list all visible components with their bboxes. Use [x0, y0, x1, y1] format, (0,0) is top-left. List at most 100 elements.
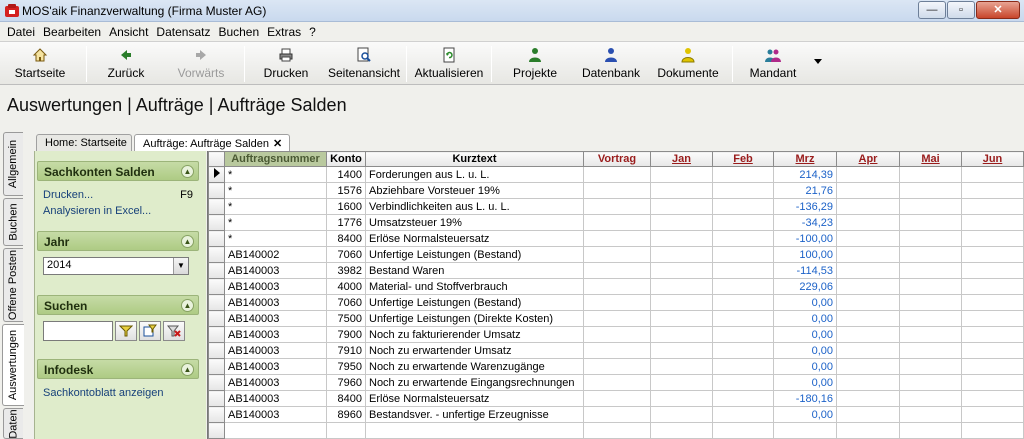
panel-header-suchen[interactable]: Suchen ▲: [37, 295, 199, 315]
menu-help[interactable]: ?: [309, 25, 316, 39]
drucken-link[interactable]: Drucken... F9: [37, 187, 199, 203]
table-row[interactable]: AB140003 8400 Erlöse Normalsteuersatz -180,…: [208, 390, 1024, 407]
row-header[interactable]: [208, 230, 225, 247]
table-row[interactable]: AB140003 3982 Bestand Waren -114,53: [208, 262, 1024, 279]
table-row[interactable]: [208, 422, 1024, 439]
row-header[interactable]: [208, 326, 225, 343]
cell-kurztext: Erlöse Normalsteuersatz: [365, 230, 584, 247]
table-row[interactable]: AB140003 7950 Noch zu erwartende Warenzugä…: [208, 358, 1024, 375]
table-row[interactable]: AB140003 7500 Unfertige Leistungen (Direkt…: [208, 310, 1024, 327]
menu-buchen[interactable]: Buchen: [218, 25, 259, 39]
printer-icon: [279, 48, 293, 62]
projekte-button[interactable]: Projekte: [508, 44, 562, 84]
table-row[interactable]: * 1776 Umsatzsteuer 19% -34,23: [208, 214, 1024, 231]
collapse-icon[interactable]: ▲: [181, 165, 194, 178]
cell-apr: [836, 310, 900, 327]
table-row[interactable]: AB140003 7910 Noch zu erwartender Umsatz 0,…: [208, 342, 1024, 359]
panel-header-jahr[interactable]: Jahr ▲: [37, 231, 199, 251]
col-kurztext[interactable]: Kurztext: [365, 151, 584, 167]
col-mai[interactable]: Mai: [899, 151, 962, 167]
table-row[interactable]: AB140003 8960 Bestandsver. - unfertige Erz…: [208, 406, 1024, 423]
search-input[interactable]: [43, 321, 113, 341]
menu-datei[interactable]: Datei: [7, 25, 35, 39]
col-konto[interactable]: Konto: [326, 151, 366, 167]
table-row[interactable]: AB140003 7060 Unfertige Leistungen (Bestan…: [208, 294, 1024, 311]
col-feb[interactable]: Feb: [712, 151, 774, 167]
col-jan[interactable]: Jan: [650, 151, 713, 167]
col-vortrag[interactable]: Vortrag: [583, 151, 651, 167]
row-header[interactable]: [208, 406, 225, 423]
tab-auftraege-salden[interactable]: Aufträge: Aufträge Salden ✕: [134, 134, 290, 151]
row-header[interactable]: [208, 342, 225, 359]
row-header[interactable]: [208, 214, 225, 231]
table-row[interactable]: * 1576 Abziehbare Vorsteuer 19% 21,76: [208, 182, 1024, 199]
table-row[interactable]: AB140002 7060 Unfertige Leistungen (Bestan…: [208, 246, 1024, 263]
row-header[interactable]: [208, 166, 225, 183]
datenbank-button[interactable]: Datenbank: [580, 44, 642, 84]
table-row[interactable]: * 1400 Forderungen aus L. u. L. 214,39: [208, 166, 1024, 183]
close-tab-icon[interactable]: ✕: [273, 138, 282, 150]
zurueck-button[interactable]: Zurück: [98, 44, 154, 84]
drucken-button[interactable]: Drucken: [258, 44, 314, 84]
row-header[interactable]: [208, 262, 225, 279]
chevron-down-icon[interactable]: ▼: [173, 258, 188, 274]
startseite-button[interactable]: Startseite: [8, 44, 72, 84]
jahr-select[interactable]: 2014 ▼: [43, 257, 189, 275]
row-header[interactable]: [208, 182, 225, 199]
panel-header-infodesk[interactable]: Infodesk ▲: [37, 359, 199, 379]
menu-extras[interactable]: Extras: [267, 25, 301, 39]
row-header[interactable]: [208, 390, 225, 407]
menu-ansicht[interactable]: Ansicht: [109, 25, 148, 39]
table-row[interactable]: AB140003 7900 Noch zu fakturierender Umsat…: [208, 326, 1024, 343]
vtab-daten[interactable]: Daten: [3, 408, 23, 439]
col-mrz[interactable]: Mrz: [773, 151, 837, 167]
vorwaerts-button[interactable]: Vorwärts: [170, 44, 232, 84]
row-header[interactable]: [208, 374, 225, 391]
table-row[interactable]: AB140003 4000 Material- und Stoffverbrauch…: [208, 278, 1024, 295]
panel-header-sachkonten[interactable]: Sachkonten Salden ▲: [37, 161, 199, 181]
col-jun[interactable]: Jun: [961, 151, 1024, 167]
row-header[interactable]: [208, 422, 225, 439]
table-row[interactable]: * 1600 Verbindlichkeiten aus L. u. L. -136,…: [208, 198, 1024, 215]
clear-filter-button[interactable]: [163, 321, 185, 341]
cell-konto: 1776: [326, 214, 366, 231]
row-header[interactable]: [208, 246, 225, 263]
cell-auftragsnummer: AB140003: [224, 358, 327, 375]
collapse-icon[interactable]: ▲: [181, 235, 194, 248]
seitenansicht-button[interactable]: Seitenansicht: [326, 44, 402, 84]
filter-button[interactable]: [115, 321, 137, 341]
aktualisieren-button[interactable]: Aktualisieren: [412, 44, 486, 84]
cell-jan: [650, 310, 713, 327]
excel-link[interactable]: Analysieren in Excel...: [37, 203, 199, 219]
dokumente-button[interactable]: Dokumente: [654, 44, 722, 84]
row-header[interactable]: [208, 278, 225, 295]
toolbar-overflow-dropdown[interactable]: [814, 59, 822, 64]
row-header[interactable]: [208, 310, 225, 327]
cell-auftragsnummer: AB140003: [224, 262, 327, 279]
row-header[interactable]: [208, 358, 225, 375]
close-button[interactable]: ✕: [976, 1, 1020, 19]
vtab-allgemein[interactable]: Allgemein: [3, 132, 23, 196]
sachkontoblatt-link[interactable]: Sachkontoblatt anzeigen: [37, 385, 199, 401]
minimize-button[interactable]: —: [918, 1, 946, 19]
cell-vortrag: [583, 246, 651, 263]
cell-konto: 7960: [326, 374, 366, 391]
row-header[interactable]: [208, 294, 225, 311]
col-auftragsnummer[interactable]: Auftragsnummer: [224, 151, 327, 167]
col-apr[interactable]: Apr: [836, 151, 900, 167]
tab-home[interactable]: Home: Startseite: [36, 134, 132, 151]
table-row[interactable]: * 8400 Erlöse Normalsteuersatz -100,00: [208, 230, 1024, 247]
menu-bearbeiten[interactable]: Bearbeiten: [43, 25, 101, 39]
maximize-button[interactable]: ▫: [947, 1, 975, 19]
filter-table-button[interactable]: [139, 321, 161, 341]
cell-mrz: [773, 422, 837, 439]
collapse-icon[interactable]: ▲: [181, 299, 194, 312]
table-row[interactable]: AB140003 7960 Noch zu erwartende Eingangsr…: [208, 374, 1024, 391]
vtab-auswertungen[interactable]: Auswertungen: [2, 324, 24, 406]
menu-datensatz[interactable]: Datensatz: [156, 25, 210, 39]
vtab-offene-posten[interactable]: Offene Posten: [3, 248, 23, 322]
row-header[interactable]: [208, 198, 225, 215]
mandant-button[interactable]: Mandant: [744, 44, 802, 84]
collapse-icon[interactable]: ▲: [181, 363, 194, 376]
vtab-buchen[interactable]: Buchen: [3, 198, 23, 246]
